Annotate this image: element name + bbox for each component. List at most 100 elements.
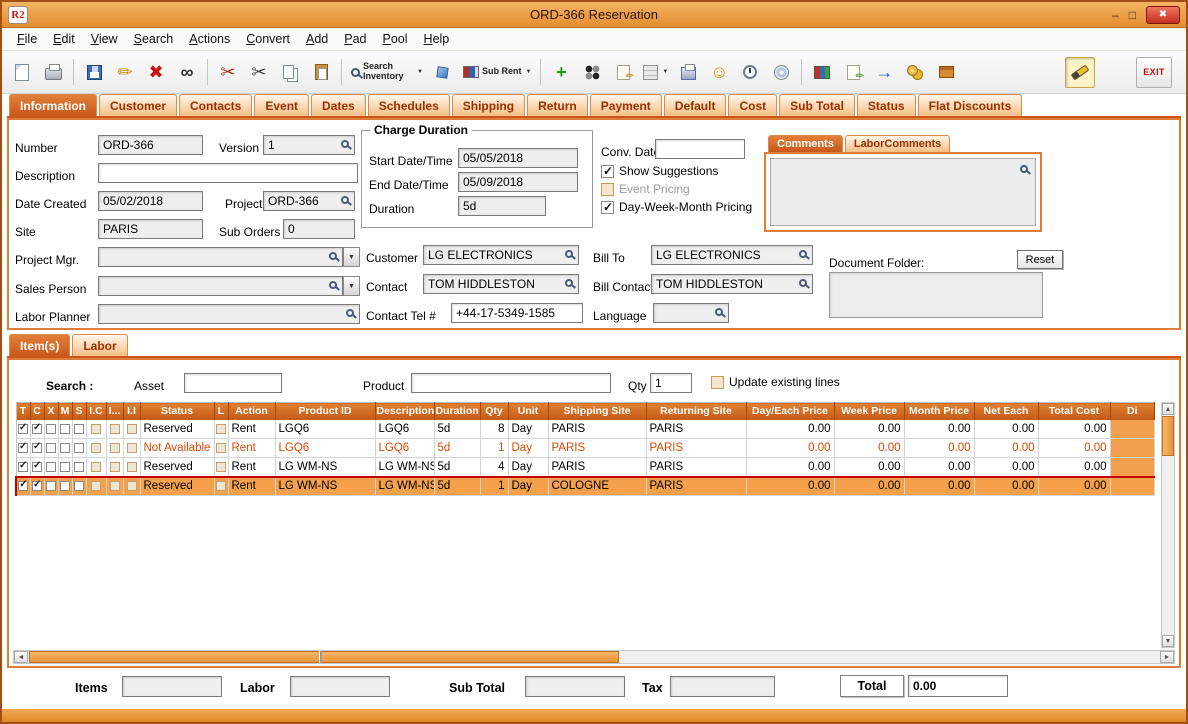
tab-event[interactable]: Event bbox=[254, 94, 310, 116]
column-header[interactable]: I... bbox=[106, 402, 124, 420]
search-icon[interactable] bbox=[799, 279, 807, 287]
dropdown-arrow-icon[interactable]: ▼ bbox=[417, 69, 423, 75]
search-icon[interactable] bbox=[341, 140, 349, 148]
column-header[interactable]: Shipping Site bbox=[548, 402, 647, 420]
row-flag-cell[interactable] bbox=[123, 419, 141, 439]
tab-dates[interactable]: Dates bbox=[311, 94, 366, 116]
row-flag-cell[interactable] bbox=[58, 419, 73, 439]
disc-button[interactable] bbox=[766, 57, 796, 88]
new-document-button[interactable] bbox=[7, 57, 37, 88]
row-flag-cell[interactable] bbox=[86, 475, 107, 496]
labor-planner-field[interactable] bbox=[98, 304, 360, 324]
row-flag-cell[interactable] bbox=[72, 457, 87, 477]
transfer-button[interactable]: → bbox=[869, 57, 899, 88]
row-flag-cell[interactable] bbox=[106, 438, 124, 458]
tab-shipping[interactable]: Shipping bbox=[451, 94, 526, 116]
pad-button[interactable]: ▼ bbox=[639, 57, 672, 88]
column-header[interactable]: Product ID bbox=[275, 402, 376, 420]
tab-default[interactable]: Default bbox=[663, 94, 727, 116]
exit-button[interactable]: EXIT bbox=[1136, 56, 1172, 88]
column-header[interactable]: I.C bbox=[86, 402, 107, 420]
horizontal-scrollbar-thumb[interactable] bbox=[29, 651, 619, 663]
event-pricing-option[interactable]: Event Pricing bbox=[601, 182, 690, 196]
search-icon[interactable] bbox=[329, 252, 337, 260]
row-flag-cell[interactable] bbox=[72, 438, 87, 458]
row-flag-cell[interactable] bbox=[123, 475, 141, 496]
column-header[interactable]: Unit bbox=[508, 402, 549, 420]
column-header[interactable]: Status bbox=[140, 402, 215, 420]
checkbox-icon[interactable] bbox=[711, 375, 724, 389]
column-header[interactable]: Description bbox=[375, 402, 435, 420]
checkbox-icon[interactable] bbox=[601, 200, 614, 214]
minimize-button[interactable]: – bbox=[1112, 9, 1119, 21]
menu-item-add[interactable]: Add bbox=[299, 30, 335, 48]
row-flag-cell[interactable] bbox=[30, 419, 45, 439]
l-flag-cell[interactable] bbox=[214, 438, 229, 458]
tab-information[interactable]: Information bbox=[9, 94, 97, 116]
menu-item-edit[interactable]: Edit bbox=[46, 30, 82, 48]
row-flag-cell[interactable] bbox=[123, 457, 141, 477]
contact-tel-field[interactable]: +44-17-5349-1585 bbox=[451, 303, 583, 323]
menu-item-help[interactable]: Help bbox=[417, 30, 457, 48]
maximize-button[interactable]: □ bbox=[1129, 9, 1136, 21]
save-button[interactable] bbox=[79, 57, 109, 88]
contact-field[interactable]: TOM HIDDLESTON bbox=[423, 274, 579, 294]
row-flag-cell[interactable] bbox=[30, 457, 45, 477]
smiley-button[interactable]: ☺ bbox=[704, 57, 734, 88]
edit-page-button[interactable] bbox=[838, 57, 868, 88]
column-header[interactable]: C bbox=[30, 402, 45, 420]
search-icon[interactable] bbox=[799, 250, 807, 258]
row-flag-cell[interactable] bbox=[86, 419, 107, 439]
items-tab-item-s-[interactable]: Item(s) bbox=[9, 334, 71, 356]
sub-total-field[interactable] bbox=[525, 676, 625, 697]
show-suggestions-option[interactable]: Show Suggestions bbox=[601, 164, 718, 178]
tab-cost[interactable]: Cost bbox=[728, 94, 778, 116]
column-header[interactable]: L bbox=[214, 402, 229, 420]
comments-tab-comments[interactable]: Comments bbox=[768, 135, 843, 152]
row-flag-cell[interactable] bbox=[30, 475, 45, 496]
l-flag-cell[interactable] bbox=[214, 457, 229, 477]
tax-field[interactable] bbox=[670, 676, 775, 697]
edit-button[interactable]: ✏ bbox=[110, 57, 140, 88]
row-flag-cell[interactable] bbox=[72, 419, 87, 439]
column-header[interactable]: Net Each bbox=[974, 402, 1039, 420]
groups-button[interactable] bbox=[577, 57, 607, 88]
column-header[interactable]: I.I bbox=[123, 402, 141, 420]
tab-return[interactable]: Return bbox=[527, 94, 588, 116]
column-header[interactable]: Di bbox=[1110, 402, 1155, 420]
menu-item-pool[interactable]: Pool bbox=[376, 30, 415, 48]
tab-contacts[interactable]: Contacts bbox=[179, 94, 253, 116]
title-bar[interactable]: R2 ORD-366 Reservation – □ ✖ bbox=[2, 2, 1186, 28]
column-header[interactable]: Qty bbox=[480, 402, 509, 420]
menu-item-file[interactable]: File bbox=[10, 30, 44, 48]
search-icon[interactable] bbox=[341, 196, 349, 204]
start-date-field[interactable]: 05/05/2018 bbox=[458, 148, 578, 168]
paste-button[interactable] bbox=[306, 57, 336, 88]
row-flag-cell[interactable] bbox=[106, 475, 124, 496]
copy-button[interactable] bbox=[275, 57, 305, 88]
search-inventory-button[interactable]: Search Inventory ▼ bbox=[347, 57, 427, 88]
project-mgr-field[interactable] bbox=[98, 247, 343, 267]
item-row[interactable]: ReservedRentLG WM-NSLG WM-NS5d1DayCOLOGN… bbox=[15, 475, 1155, 496]
tab-flat-discounts[interactable]: Flat Discounts bbox=[917, 94, 1023, 116]
sub-orders-field[interactable]: 0 bbox=[283, 219, 355, 239]
checkbox-icon[interactable] bbox=[601, 164, 614, 178]
vertical-scrollbar-thumb[interactable] bbox=[1162, 416, 1174, 456]
time-button[interactable] bbox=[735, 57, 765, 88]
update-existing-lines-option[interactable]: Update existing lines bbox=[711, 375, 840, 389]
dropdown-arrow-icon[interactable]: ▼ bbox=[662, 69, 668, 75]
row-flag-cell[interactable] bbox=[58, 438, 73, 458]
column-header[interactable]: Total Cost bbox=[1038, 402, 1111, 420]
row-flag-cell[interactable] bbox=[44, 475, 59, 496]
delete-button[interactable]: ✖ bbox=[141, 57, 171, 88]
column-header[interactable]: Month Price bbox=[904, 402, 975, 420]
print-button[interactable] bbox=[38, 57, 68, 88]
cut-button[interactable]: ✂ bbox=[244, 57, 274, 88]
total-field[interactable]: 0.00 bbox=[908, 675, 1008, 697]
row-flag-cell[interactable] bbox=[30, 438, 45, 458]
reset-button[interactable]: Reset bbox=[1017, 250, 1063, 269]
sub-rent-button[interactable]: Sub Rent ▼ bbox=[459, 57, 535, 88]
checkbox-icon[interactable] bbox=[601, 182, 614, 196]
column-header[interactable]: S bbox=[72, 402, 87, 420]
language-field[interactable] bbox=[653, 303, 729, 323]
